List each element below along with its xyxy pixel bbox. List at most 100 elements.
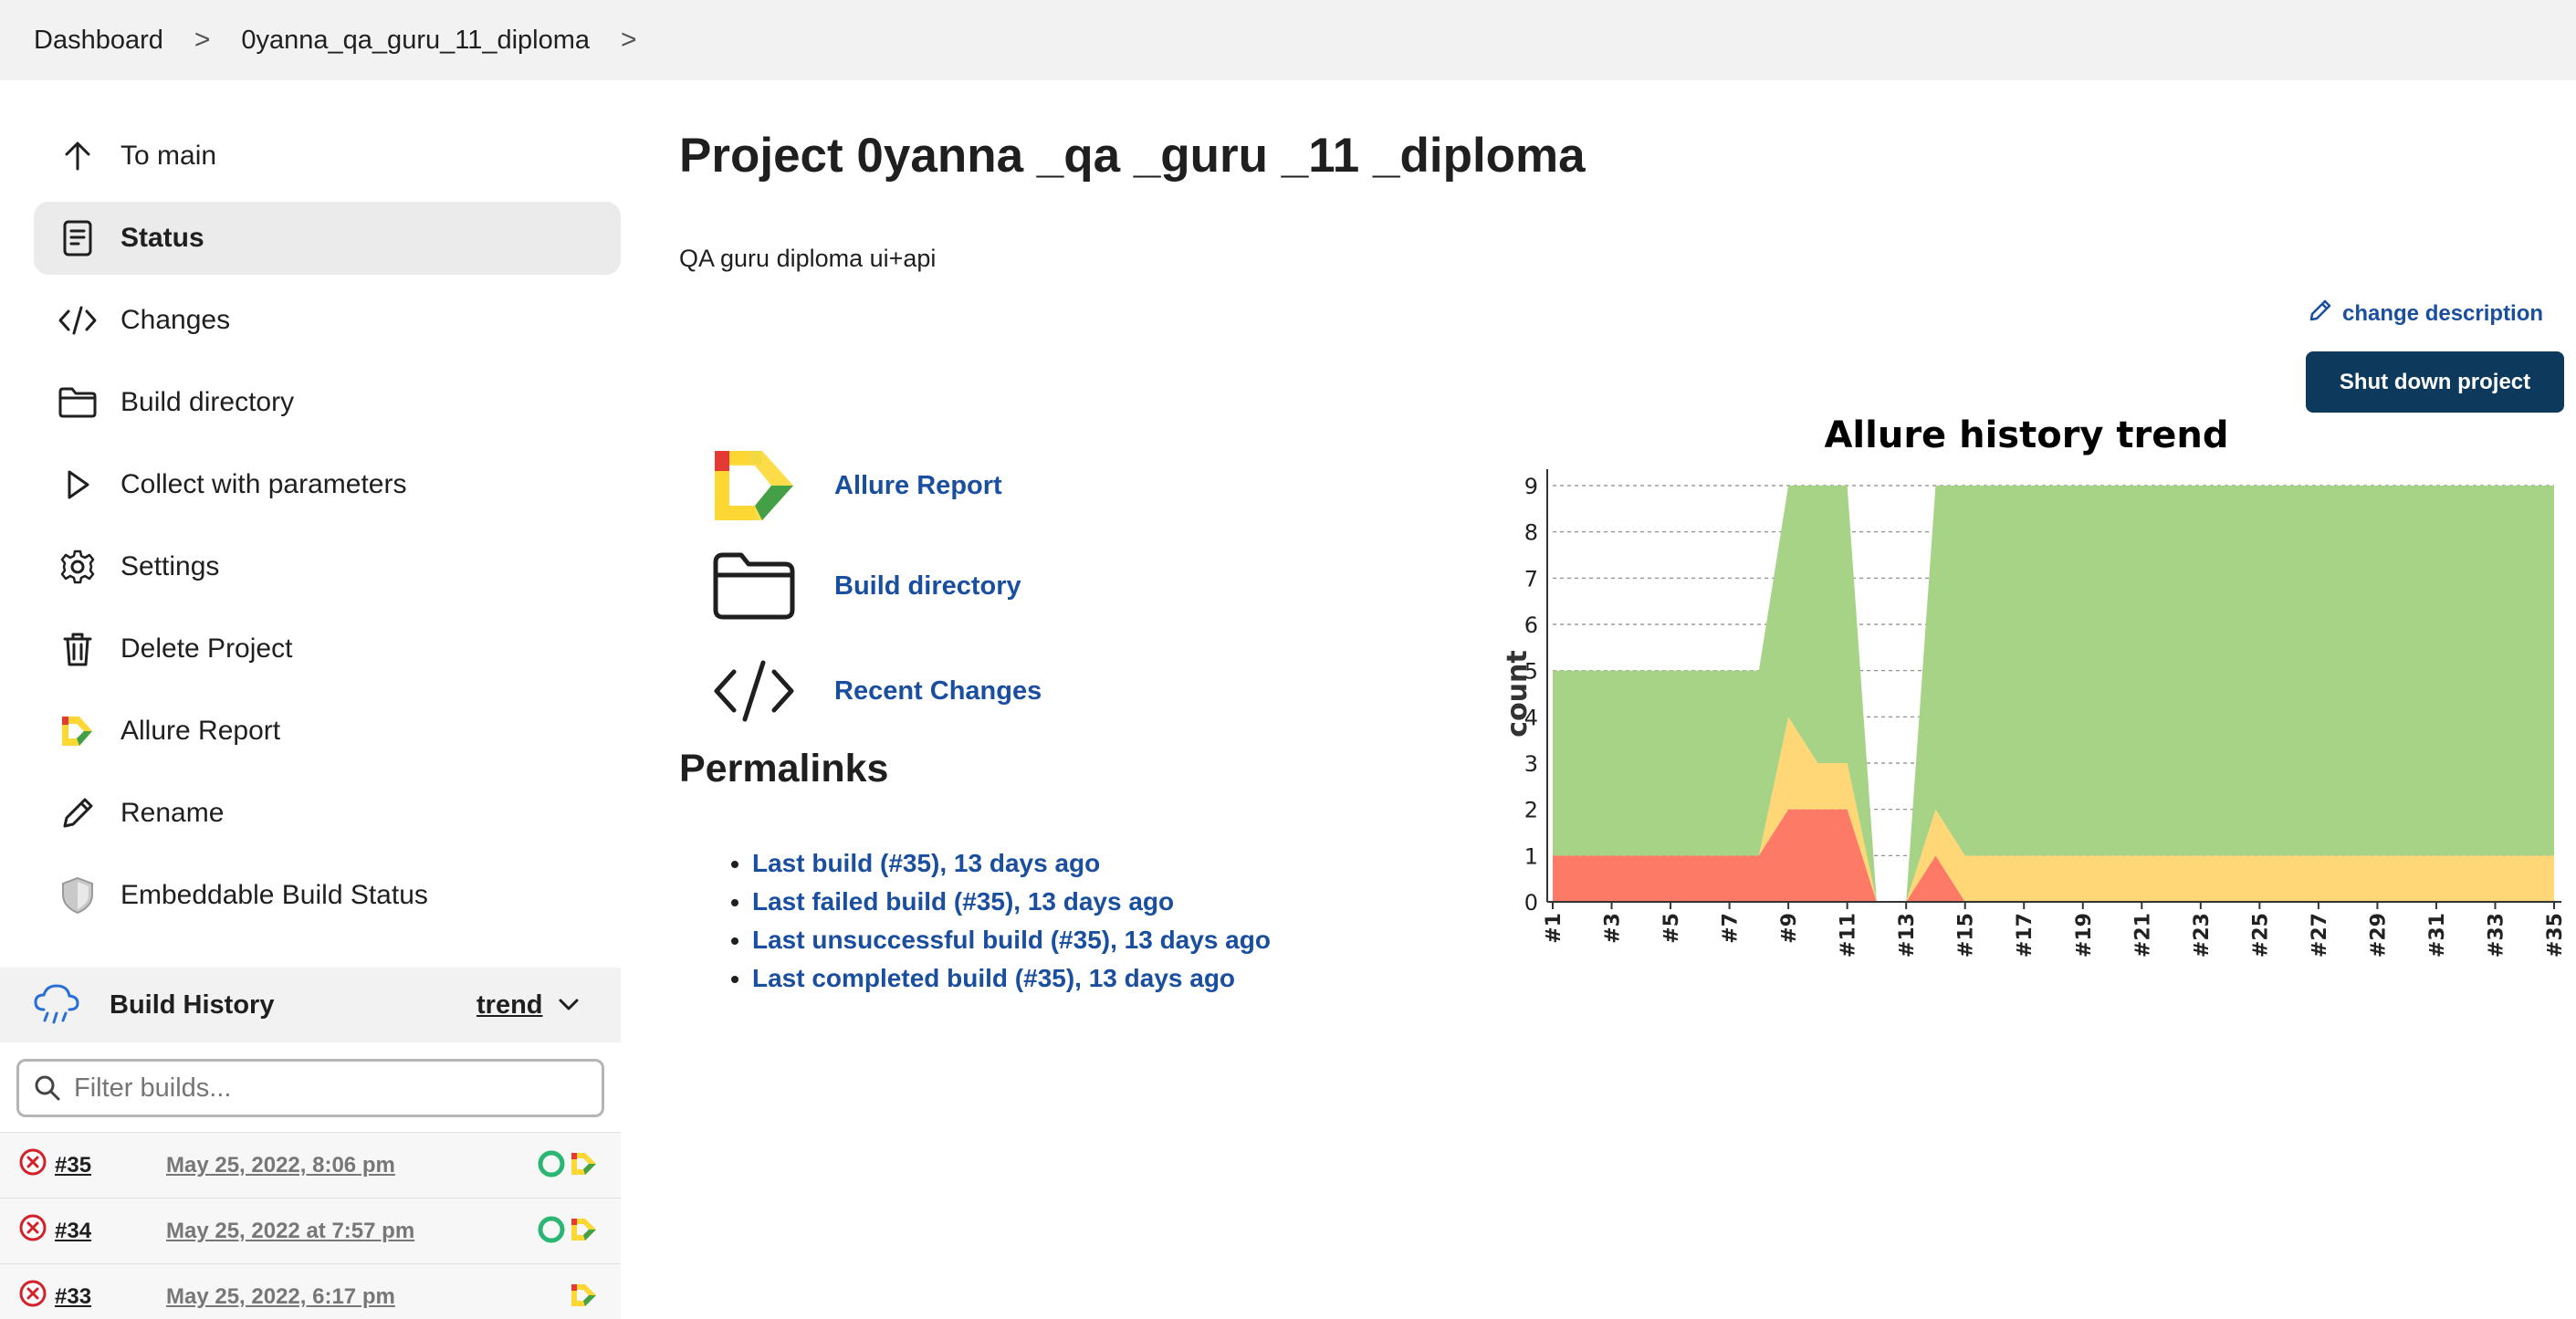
build-directory-link-row[interactable]: Build directory [712, 548, 1021, 624]
sidebar-item-label: Settings [120, 551, 220, 581]
x-tick-label: #19 [2073, 913, 2096, 958]
sidebar-item-label: Delete Project [120, 633, 293, 664]
code-icon [712, 653, 796, 729]
sidebar-item-label: Embeddable Build Status [120, 880, 428, 910]
breadcrumb-project[interactable]: 0yanna_qa_guru_11_diploma [241, 26, 590, 56]
sidebar-item-delete-project[interactable]: Delete Project [34, 612, 621, 686]
allure-report-link-row[interactable]: Allure Report [712, 447, 1002, 524]
sidebar-item-rename[interactable]: Rename [34, 777, 621, 850]
breadcrumb-dashboard[interactable]: Dashboard [34, 26, 163, 56]
x-tick-label: #5 [1660, 913, 1683, 944]
x-tick-label: #7 [1720, 913, 1743, 944]
build-date-link[interactable]: May 25, 2022, 6:17 pm [166, 1284, 395, 1310]
build-row[interactable]: #34 May 25, 2022 at 7:57 pm [0, 1198, 621, 1263]
x-tick-label: #11 [1838, 913, 1860, 958]
build-date-link[interactable]: May 25, 2022, 8:06 pm [166, 1153, 395, 1178]
y-tick-label: 4 [1524, 705, 1538, 730]
build-number-link[interactable]: #33 [55, 1284, 91, 1310]
recent-changes-link[interactable]: Recent Changes [834, 676, 1042, 707]
x-tick-label: #21 [2131, 913, 2154, 958]
x-tick-label: #15 [1955, 913, 1978, 958]
allure-icon[interactable] [570, 1281, 599, 1316]
y-tick-label: 3 [1524, 751, 1538, 777]
code-icon [58, 300, 98, 340]
build-date-link[interactable]: May 25, 2022 at 7:57 pm [166, 1219, 414, 1244]
y-tick-label: 8 [1524, 520, 1538, 546]
sidebar-item-changes[interactable]: Changes [34, 284, 621, 357]
allure-logo-icon [712, 447, 796, 524]
permalink-last-completed-build[interactable]: Last completed build (#35), 13 days ago [752, 964, 1235, 992]
sidebar-item-label: Build directory [120, 387, 295, 417]
breadcrumb-separator: > [194, 25, 211, 55]
x-tick-label: #31 [2426, 913, 2449, 958]
permalink-item: Last completed build (#35), 13 days ago [752, 964, 1271, 1002]
y-tick-label: 9 [1524, 474, 1538, 499]
qa-icon[interactable] [537, 1215, 566, 1251]
filter-builds-field[interactable] [16, 1059, 604, 1117]
trend-link[interactable]: trend [476, 990, 543, 1021]
permalink-last-failed-build[interactable]: Last failed build (#35), 13 days ago [752, 887, 1174, 916]
sidebar-item-label: Collect with parameters [120, 469, 407, 499]
build-row[interactable]: #35 May 25, 2022, 8:06 pm [0, 1132, 621, 1198]
gear-icon [58, 547, 98, 587]
x-tick-label: #35 [2544, 913, 2567, 958]
allure-icon[interactable] [570, 1215, 599, 1251]
allure-history-trend-chart[interactable]: Allure history trend count 0 1 2 3 4 5 6 7 8 9 #1 #3 #… [1479, 402, 2576, 986]
sidebar-item-embeddable-build-status[interactable]: Embeddable Build Status [34, 859, 621, 932]
failed-status-icon [18, 1279, 47, 1314]
sidebar-item-build-directory[interactable]: Build directory [34, 366, 621, 439]
permalinks-list: Last build (#35), 13 days ago Last faile… [721, 849, 1271, 1002]
filter-builds-input[interactable] [72, 1072, 587, 1104]
permalink-last-build[interactable]: Last build (#35), 13 days ago [752, 849, 1100, 877]
y-tick-label: 5 [1524, 659, 1538, 685]
sidebar-item-label: To main [120, 141, 217, 171]
arrow-up-icon [58, 136, 98, 176]
sidebar-item-to-main[interactable]: To main [34, 120, 621, 193]
build-row[interactable]: #33 May 25, 2022, 6:17 pm [0, 1263, 621, 1319]
breadcrumb-separator[interactable]: > [621, 25, 637, 56]
sidebar-item-settings[interactable]: Settings [34, 530, 621, 603]
allure-icon[interactable] [570, 1149, 599, 1185]
chevron-down-icon[interactable] [557, 993, 581, 1021]
pencil-icon [58, 793, 98, 833]
build-number-link[interactable]: #35 [55, 1153, 91, 1178]
recent-changes-link-row[interactable]: Recent Changes [712, 653, 1042, 729]
folder-icon [58, 382, 98, 423]
y-tick-label: 1 [1524, 843, 1538, 869]
x-tick-label: #13 [1896, 913, 1919, 958]
x-tick-label: #33 [2485, 913, 2508, 958]
x-tick-label: #23 [2191, 913, 2214, 958]
x-tick-label: #29 [2367, 913, 2390, 958]
project-description: QA guru diploma ui+api [679, 245, 937, 272]
x-tick-label: #25 [2249, 913, 2272, 958]
build-history-header: Build History trend [0, 968, 621, 1042]
weather-cloud-icon [33, 982, 80, 1032]
change-description-link[interactable]: change description [2308, 298, 2543, 330]
build-badges [537, 1215, 599, 1251]
build-directory-link[interactable]: Build directory [834, 571, 1021, 602]
build-badges [537, 1149, 599, 1185]
permalinks-heading: Permalinks [679, 747, 889, 790]
failed-status-icon [18, 1213, 47, 1249]
permalink-last-unsuccessful-build[interactable]: Last unsuccessful build (#35), 13 days a… [752, 926, 1271, 954]
x-tick-label: #9 [1778, 913, 1801, 944]
sidebar-item-status[interactable]: Status [34, 202, 621, 275]
qa-icon[interactable] [537, 1149, 566, 1185]
allure-report-link[interactable]: Allure Report [834, 471, 1002, 501]
permalink-item: Last build (#35), 13 days ago [752, 849, 1271, 887]
search-icon [34, 1074, 61, 1106]
page-title: Project 0yanna _qa _guru _11 _diploma [679, 129, 1586, 183]
x-tick-label: #17 [2014, 913, 2037, 958]
trash-icon [58, 629, 98, 669]
sidebar-item-label: Rename [120, 798, 225, 828]
chart-title: Allure history trend [1824, 414, 2228, 456]
y-tick-label: 0 [1524, 890, 1538, 916]
play-icon [58, 465, 98, 505]
document-icon [58, 218, 98, 258]
breadcrumb: Dashboard > 0yanna_qa_guru_11_diploma > [0, 0, 2576, 80]
y-tick-label: 7 [1524, 566, 1538, 591]
sidebar-item-allure-report[interactable]: Allure Report [34, 695, 621, 768]
sidebar-item-collect-with-parameters[interactable]: Collect with parameters [34, 448, 621, 521]
build-number-link[interactable]: #34 [55, 1219, 91, 1244]
failed-status-icon [18, 1147, 47, 1183]
